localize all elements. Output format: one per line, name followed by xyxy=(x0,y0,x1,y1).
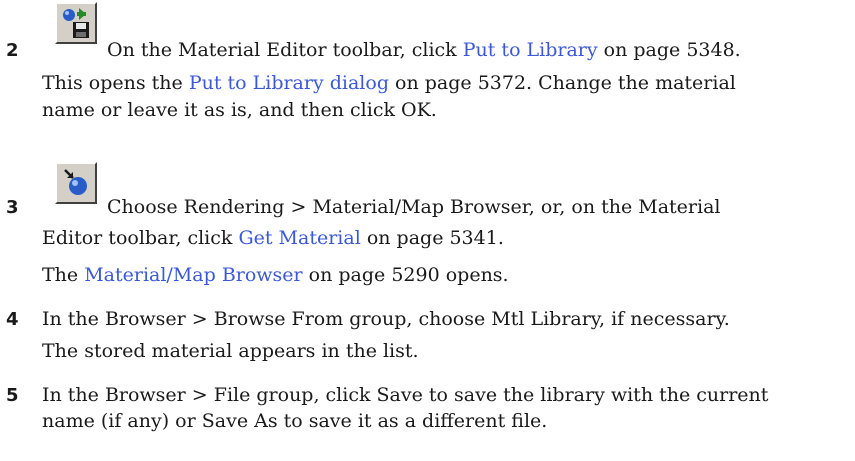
step-number: 2 xyxy=(6,40,19,61)
get-material-icon xyxy=(55,162,97,204)
put-to-library-dialog-link[interactable]: Put to Library dialog xyxy=(189,72,389,94)
step-5-line-2: name (if any) or Save As to save it as a… xyxy=(42,410,548,432)
text: The xyxy=(42,264,85,286)
text: on page 5348. xyxy=(597,39,741,61)
put-to-library-icon xyxy=(55,2,97,44)
text: On the Material Editor toolbar, click xyxy=(107,39,463,61)
step-2-line-3: name or leave it as is, and then click O… xyxy=(42,99,437,121)
step-2-line-1: On the Material Editor toolbar, click Pu… xyxy=(107,38,741,62)
get-material-link[interactable]: Get Material xyxy=(238,227,360,249)
step-4-line-2: The stored material appears in the list. xyxy=(42,340,419,362)
step-3-line-1: Choose Rendering > Material/Map Browser,… xyxy=(107,196,721,218)
put-to-library-link[interactable]: Put to Library xyxy=(463,39,598,61)
text: on page 5341. xyxy=(360,227,504,249)
text: This opens the xyxy=(42,72,189,94)
step-3-line-2: Editor toolbar, click Get Material on pa… xyxy=(42,226,504,250)
step-5-line-1: In the Browser > File group, click Save … xyxy=(42,384,769,406)
text: Editor toolbar, click xyxy=(42,227,239,249)
step-3-line-3: The Material/Map Browser on page 5290 op… xyxy=(42,263,509,287)
text: on page 5290 opens. xyxy=(302,264,509,286)
step-number: 4 xyxy=(6,309,19,330)
step-number: 3 xyxy=(6,197,19,218)
text: on page 5372. Change the material xyxy=(389,72,736,94)
step-4-line-1: In the Browser > Browse From group, choo… xyxy=(42,308,730,330)
step-2-line-2: This opens the Put to Library dialog on … xyxy=(42,71,736,95)
material-map-browser-link[interactable]: Material/Map Browser xyxy=(84,264,302,286)
step-number: 5 xyxy=(6,385,19,406)
